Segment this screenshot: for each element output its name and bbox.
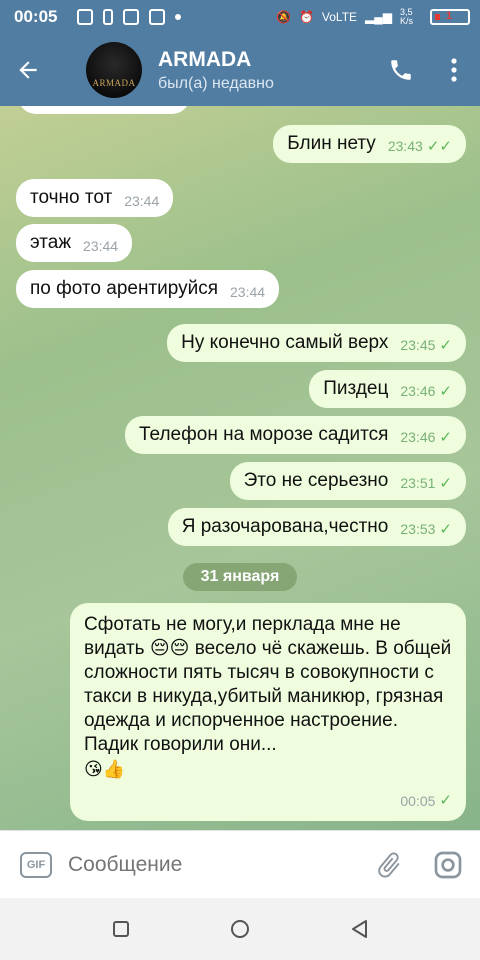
date-divider: 31 января bbox=[183, 563, 297, 591]
message-text: Сфотать не могу,и перклада мне не видать… bbox=[84, 614, 452, 755]
back-button[interactable] bbox=[0, 34, 56, 106]
double-check-icon: ✓✓ bbox=[426, 138, 452, 155]
message-bubble[interactable]: Ну конечно самый верх 23:45 ✓ bbox=[167, 324, 466, 362]
gif-button[interactable]: GIF bbox=[20, 851, 52, 878]
back-arrow-icon bbox=[19, 61, 37, 79]
chat-header: ARMADA ARMADA был(а) недавно bbox=[0, 34, 480, 106]
check-icon: ✓ bbox=[439, 337, 452, 354]
recents-icon[interactable] bbox=[112, 920, 130, 938]
volte-icon: VoLTE bbox=[321, 10, 358, 24]
phone-icon bbox=[103, 9, 114, 25]
message-bubble-long[interactable]: Сфотать не могу,и перклада мне не видать… bbox=[70, 603, 466, 821]
camera-icon[interactable] bbox=[432, 849, 464, 881]
message-input[interactable] bbox=[68, 852, 348, 877]
message-bubble[interactable]: этаж 23:44 bbox=[16, 224, 133, 262]
attach-icon[interactable] bbox=[374, 850, 404, 880]
chat-status: был(а) недавно bbox=[158, 74, 274, 92]
check-icon: ✓ bbox=[439, 383, 452, 400]
app-icon bbox=[149, 9, 166, 25]
check-icon: ✓ bbox=[439, 521, 452, 538]
avatar[interactable]: ARMADA bbox=[86, 42, 142, 98]
check-icon: ✓ bbox=[439, 429, 452, 446]
message-bubble[interactable]: по фото арентируйся 23:44 bbox=[16, 270, 280, 308]
notification-icon bbox=[77, 9, 94, 25]
alarm-icon: ⏰ bbox=[298, 10, 314, 24]
mute-icon: 🔕 bbox=[275, 10, 291, 24]
message-icon bbox=[123, 9, 140, 25]
message-composer: GIF bbox=[0, 830, 480, 898]
net-speed: 3,5 K/s bbox=[400, 7, 414, 26]
message-bubble[interactable]: Это не серьезно 23:51 ✓ bbox=[229, 462, 466, 500]
message-bubble[interactable]: Блин нету 23:43 ✓✓ bbox=[273, 125, 466, 163]
check-icon: ✓ bbox=[439, 792, 452, 809]
call-icon[interactable] bbox=[388, 57, 414, 83]
message-bubble[interactable]: Пиздец 23:46 ✓ bbox=[309, 370, 466, 408]
battery-icon: 1 bbox=[430, 9, 470, 25]
back-nav-icon[interactable] bbox=[350, 919, 368, 939]
system-nav-bar bbox=[0, 898, 480, 960]
more-notifications-icon bbox=[175, 14, 182, 20]
message-bubble[interactable]: точно тот 23:44 bbox=[16, 179, 174, 217]
status-bar: 00:05 🔕 ⏰ VoLTE ▂▄▆ 3,5 K/s 1 bbox=[0, 0, 480, 34]
more-menu-icon[interactable] bbox=[450, 57, 458, 83]
emoji-line: 😘👍 bbox=[84, 759, 126, 779]
chat-title-area[interactable]: ARMADA был(а) недавно bbox=[158, 48, 274, 93]
message-bubble-partial bbox=[18, 106, 190, 114]
status-time: 00:05 bbox=[14, 7, 58, 26]
check-icon: ✓ bbox=[439, 475, 452, 492]
signal-icon: ▂▄▆ bbox=[365, 10, 392, 24]
message-bubble[interactable]: Телефон на морозе садится 23:46 ✓ bbox=[125, 416, 466, 454]
message-bubble[interactable]: Я разочарована,честно 23:53 ✓ bbox=[167, 508, 466, 546]
chat-area[interactable]: Блин нету 23:43 ✓✓ точно тот 23:44 этаж 2… bbox=[0, 106, 480, 830]
home-icon[interactable] bbox=[230, 919, 250, 939]
chat-name: ARMADA bbox=[158, 47, 252, 71]
